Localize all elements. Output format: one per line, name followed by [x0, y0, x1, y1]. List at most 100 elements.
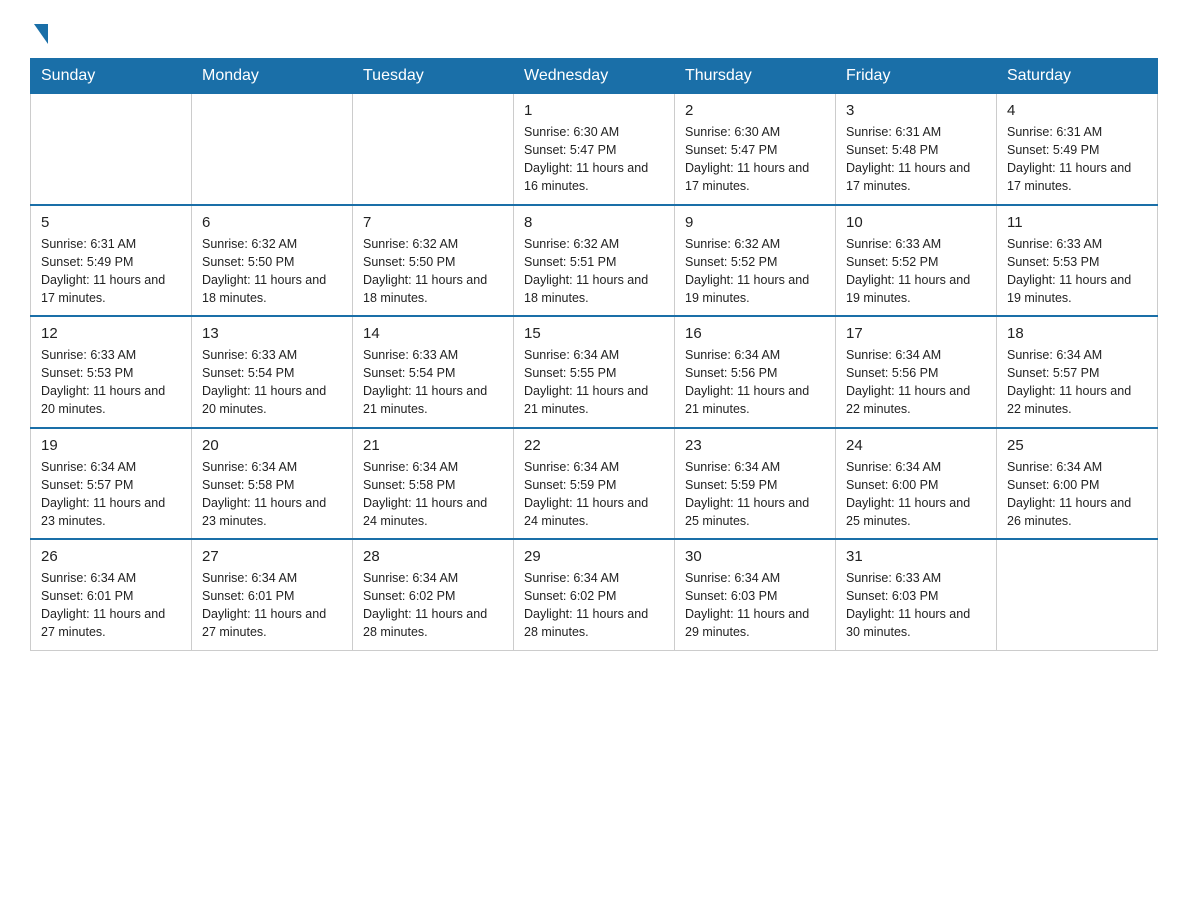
calendar-day-cell: 20Sunrise: 6:34 AM Sunset: 5:58 PM Dayli… [192, 428, 353, 540]
day-number: 15 [524, 325, 664, 342]
day-number: 18 [1007, 325, 1147, 342]
day-number: 25 [1007, 437, 1147, 454]
day-number: 12 [41, 325, 181, 342]
day-info: Sunrise: 6:31 AM Sunset: 5:49 PM Dayligh… [41, 235, 181, 308]
page-header [30, 20, 1158, 40]
calendar-day-cell: 6 Sunrise: 6:32 AM Sunset: 5:50 PM Daylig… [192, 205, 353, 317]
day-info: Sunrise: 6:34 AM Sunset: 6:00 PM Dayligh… [1007, 458, 1147, 531]
day-of-week-header: Friday [836, 59, 997, 94]
calendar-day-cell [997, 539, 1158, 650]
calendar-day-cell: 11 Sunrise: 6:33 AM Sunset: 5:53 PM Dayli… [997, 205, 1158, 317]
calendar-day-cell [192, 94, 353, 205]
calendar-day-cell: 24 Sunrise: 6:34 AM Sunset: 6:00 PM Dayli… [836, 428, 997, 540]
day-number: 8 [524, 214, 664, 231]
day-info: Sunrise: 6:34 AM Sunset: 5:55 PM Dayligh… [524, 346, 664, 419]
day-number: 9 [685, 214, 825, 231]
day-info: Sunrise: 6:31 AM Sunset: 5:49 PM Dayligh… [1007, 123, 1147, 196]
calendar-table: SundayMondayTuesdayWednesdayThursdayFrid… [30, 58, 1158, 651]
calendar-day-cell: 12 Sunrise: 6:33 AM Sunset: 5:53 PM Dayli… [31, 316, 192, 428]
calendar-header-row: SundayMondayTuesdayWednesdayThursdayFrid… [31, 59, 1158, 94]
day-number: 17 [846, 325, 986, 342]
day-info: Sunrise: 6:34 AM Sunset: 5:58 PM Dayligh… [202, 458, 342, 531]
calendar-day-cell: 2Sunrise: 6:30 AM Sunset: 5:47 PM Daylig… [675, 94, 836, 205]
day-number: 5 [41, 214, 181, 231]
day-number: 1 [524, 102, 664, 119]
day-of-week-header: Monday [192, 59, 353, 94]
calendar-day-cell: 29 Sunrise: 6:34 AM Sunset: 6:02 PM Dayli… [514, 539, 675, 650]
logo [30, 20, 48, 40]
day-info: Sunrise: 6:34 AM Sunset: 5:57 PM Dayligh… [1007, 346, 1147, 419]
day-info: Sunrise: 6:30 AM Sunset: 5:47 PM Dayligh… [524, 123, 664, 196]
day-number: 24 [846, 437, 986, 454]
day-info: Sunrise: 6:34 AM Sunset: 6:02 PM Dayligh… [524, 569, 664, 642]
calendar-week-row: 26Sunrise: 6:34 AM Sunset: 6:01 PM Dayli… [31, 539, 1158, 650]
day-info: Sunrise: 6:32 AM Sunset: 5:50 PM Dayligh… [363, 235, 503, 308]
day-number: 3 [846, 102, 986, 119]
day-number: 7 [363, 214, 503, 231]
day-number: 14 [363, 325, 503, 342]
day-info: Sunrise: 6:33 AM Sunset: 5:54 PM Dayligh… [202, 346, 342, 419]
day-info: Sunrise: 6:34 AM Sunset: 5:57 PM Dayligh… [41, 458, 181, 531]
calendar-day-cell: 13 Sunrise: 6:33 AM Sunset: 5:54 PM Dayli… [192, 316, 353, 428]
calendar-week-row: 12 Sunrise: 6:33 AM Sunset: 5:53 PM Dayli… [31, 316, 1158, 428]
day-info: Sunrise: 6:33 AM Sunset: 6:03 PM Dayligh… [846, 569, 986, 642]
calendar-day-cell: 31 Sunrise: 6:33 AM Sunset: 6:03 PM Dayli… [836, 539, 997, 650]
day-info: Sunrise: 6:34 AM Sunset: 6:01 PM Dayligh… [41, 569, 181, 642]
day-number: 23 [685, 437, 825, 454]
day-info: Sunrise: 6:33 AM Sunset: 5:52 PM Dayligh… [846, 235, 986, 308]
calendar-day-cell: 18 Sunrise: 6:34 AM Sunset: 5:57 PM Dayli… [997, 316, 1158, 428]
day-info: Sunrise: 6:34 AM Sunset: 5:56 PM Dayligh… [685, 346, 825, 419]
day-number: 29 [524, 548, 664, 565]
day-info: Sunrise: 6:34 AM Sunset: 6:00 PM Dayligh… [846, 458, 986, 531]
calendar-day-cell: 15 Sunrise: 6:34 AM Sunset: 5:55 PM Dayli… [514, 316, 675, 428]
day-of-week-header: Tuesday [353, 59, 514, 94]
day-number: 16 [685, 325, 825, 342]
day-number: 28 [363, 548, 503, 565]
calendar-day-cell: 14Sunrise: 6:33 AM Sunset: 5:54 PM Dayli… [353, 316, 514, 428]
day-of-week-header: Wednesday [514, 59, 675, 94]
day-info: Sunrise: 6:34 AM Sunset: 5:59 PM Dayligh… [685, 458, 825, 531]
day-number: 22 [524, 437, 664, 454]
day-number: 19 [41, 437, 181, 454]
day-info: Sunrise: 6:34 AM Sunset: 6:03 PM Dayligh… [685, 569, 825, 642]
calendar-day-cell: 28Sunrise: 6:34 AM Sunset: 6:02 PM Dayli… [353, 539, 514, 650]
calendar-day-cell: 3 Sunrise: 6:31 AM Sunset: 5:48 PM Daylig… [836, 94, 997, 205]
calendar-day-cell: 25 Sunrise: 6:34 AM Sunset: 6:00 PM Dayli… [997, 428, 1158, 540]
day-number: 31 [846, 548, 986, 565]
calendar-day-cell: 30 Sunrise: 6:34 AM Sunset: 6:03 PM Dayli… [675, 539, 836, 650]
calendar-day-cell: 17 Sunrise: 6:34 AM Sunset: 5:56 PM Dayli… [836, 316, 997, 428]
calendar-day-cell: 27 Sunrise: 6:34 AM Sunset: 6:01 PM Dayli… [192, 539, 353, 650]
day-info: Sunrise: 6:32 AM Sunset: 5:50 PM Dayligh… [202, 235, 342, 308]
day-number: 10 [846, 214, 986, 231]
calendar-day-cell: 9 Sunrise: 6:32 AM Sunset: 5:52 PM Daylig… [675, 205, 836, 317]
day-number: 21 [363, 437, 503, 454]
day-info: Sunrise: 6:32 AM Sunset: 5:52 PM Dayligh… [685, 235, 825, 308]
calendar-week-row: 1 Sunrise: 6:30 AM Sunset: 5:47 PM Daylig… [31, 94, 1158, 205]
day-of-week-header: Thursday [675, 59, 836, 94]
calendar-day-cell: 8Sunrise: 6:32 AM Sunset: 5:51 PM Daylig… [514, 205, 675, 317]
calendar-day-cell: 26Sunrise: 6:34 AM Sunset: 6:01 PM Dayli… [31, 539, 192, 650]
day-of-week-header: Sunday [31, 59, 192, 94]
calendar-day-cell: 7 Sunrise: 6:32 AM Sunset: 5:50 PM Daylig… [353, 205, 514, 317]
day-number: 11 [1007, 214, 1147, 231]
calendar-day-cell: 10 Sunrise: 6:33 AM Sunset: 5:52 PM Dayli… [836, 205, 997, 317]
calendar-day-cell: 4Sunrise: 6:31 AM Sunset: 5:49 PM Daylig… [997, 94, 1158, 205]
day-number: 27 [202, 548, 342, 565]
calendar-week-row: 5 Sunrise: 6:31 AM Sunset: 5:49 PM Daylig… [31, 205, 1158, 317]
calendar-week-row: 19 Sunrise: 6:34 AM Sunset: 5:57 PM Dayli… [31, 428, 1158, 540]
day-info: Sunrise: 6:31 AM Sunset: 5:48 PM Dayligh… [846, 123, 986, 196]
day-info: Sunrise: 6:33 AM Sunset: 5:53 PM Dayligh… [1007, 235, 1147, 308]
calendar-day-cell: 21 Sunrise: 6:34 AM Sunset: 5:58 PM Dayli… [353, 428, 514, 540]
day-number: 6 [202, 214, 342, 231]
day-of-week-header: Saturday [997, 59, 1158, 94]
day-info: Sunrise: 6:33 AM Sunset: 5:53 PM Dayligh… [41, 346, 181, 419]
day-info: Sunrise: 6:34 AM Sunset: 5:58 PM Dayligh… [363, 458, 503, 531]
day-info: Sunrise: 6:34 AM Sunset: 5:56 PM Dayligh… [846, 346, 986, 419]
calendar-day-cell: 5 Sunrise: 6:31 AM Sunset: 5:49 PM Daylig… [31, 205, 192, 317]
logo-arrow-icon [34, 24, 48, 44]
day-number: 30 [685, 548, 825, 565]
day-info: Sunrise: 6:34 AM Sunset: 5:59 PM Dayligh… [524, 458, 664, 531]
day-info: Sunrise: 6:34 AM Sunset: 6:01 PM Dayligh… [202, 569, 342, 642]
day-number: 13 [202, 325, 342, 342]
day-number: 2 [685, 102, 825, 119]
